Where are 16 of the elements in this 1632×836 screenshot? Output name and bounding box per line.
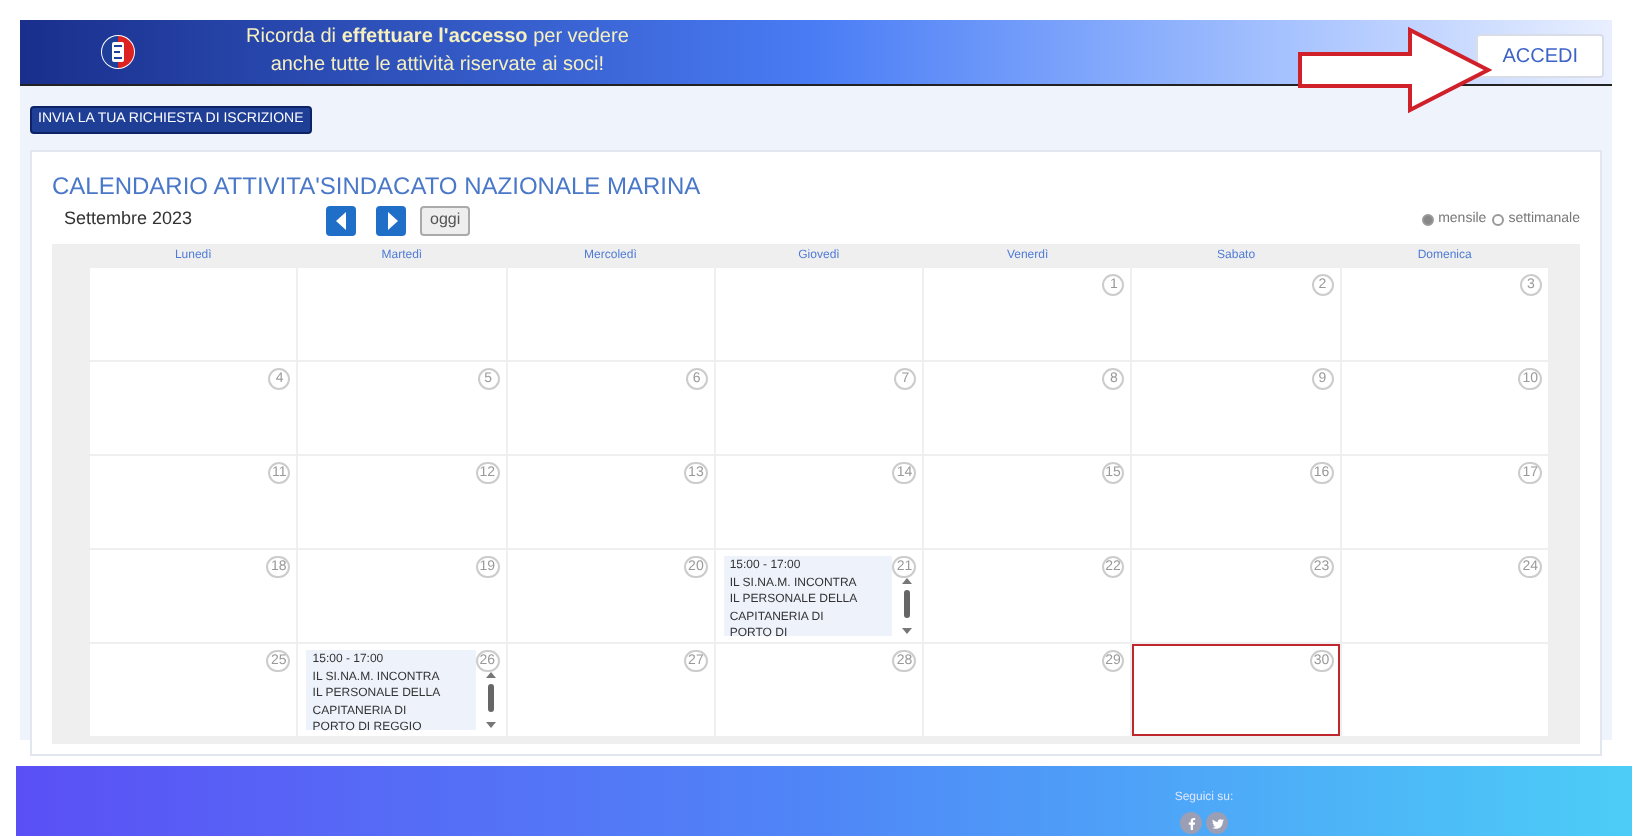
left-triangle-icon — [335, 211, 347, 229]
login-button[interactable]: ACCEDI — [1476, 34, 1604, 78]
month-label: Settembre 2023 — [64, 206, 195, 233]
day-cell[interactable] — [1341, 644, 1548, 736]
facebook-icon[interactable] — [1180, 812, 1202, 834]
login-notice: Ricorda di effettuare l'accesso per vedere — [246, 24, 629, 52]
scrollbar-icon[interactable] — [900, 576, 915, 636]
scrollbar-icon[interactable] — [483, 670, 498, 730]
today-button[interactable]: oggi — [420, 205, 471, 235]
login-notice-line: anche tutte le attività riservate ai soci! — [270, 52, 605, 80]
next-button[interactable] — [376, 205, 406, 235]
logo-icon — [100, 34, 136, 70]
twitter-icon[interactable] — [1206, 812, 1228, 834]
calendar-title: CALENDARIO ATTIVITA'SINDACATO NAZIONALE MARINA — [52, 172, 703, 200]
right-triangle-icon — [385, 211, 397, 229]
previous-button[interactable] — [326, 205, 356, 235]
